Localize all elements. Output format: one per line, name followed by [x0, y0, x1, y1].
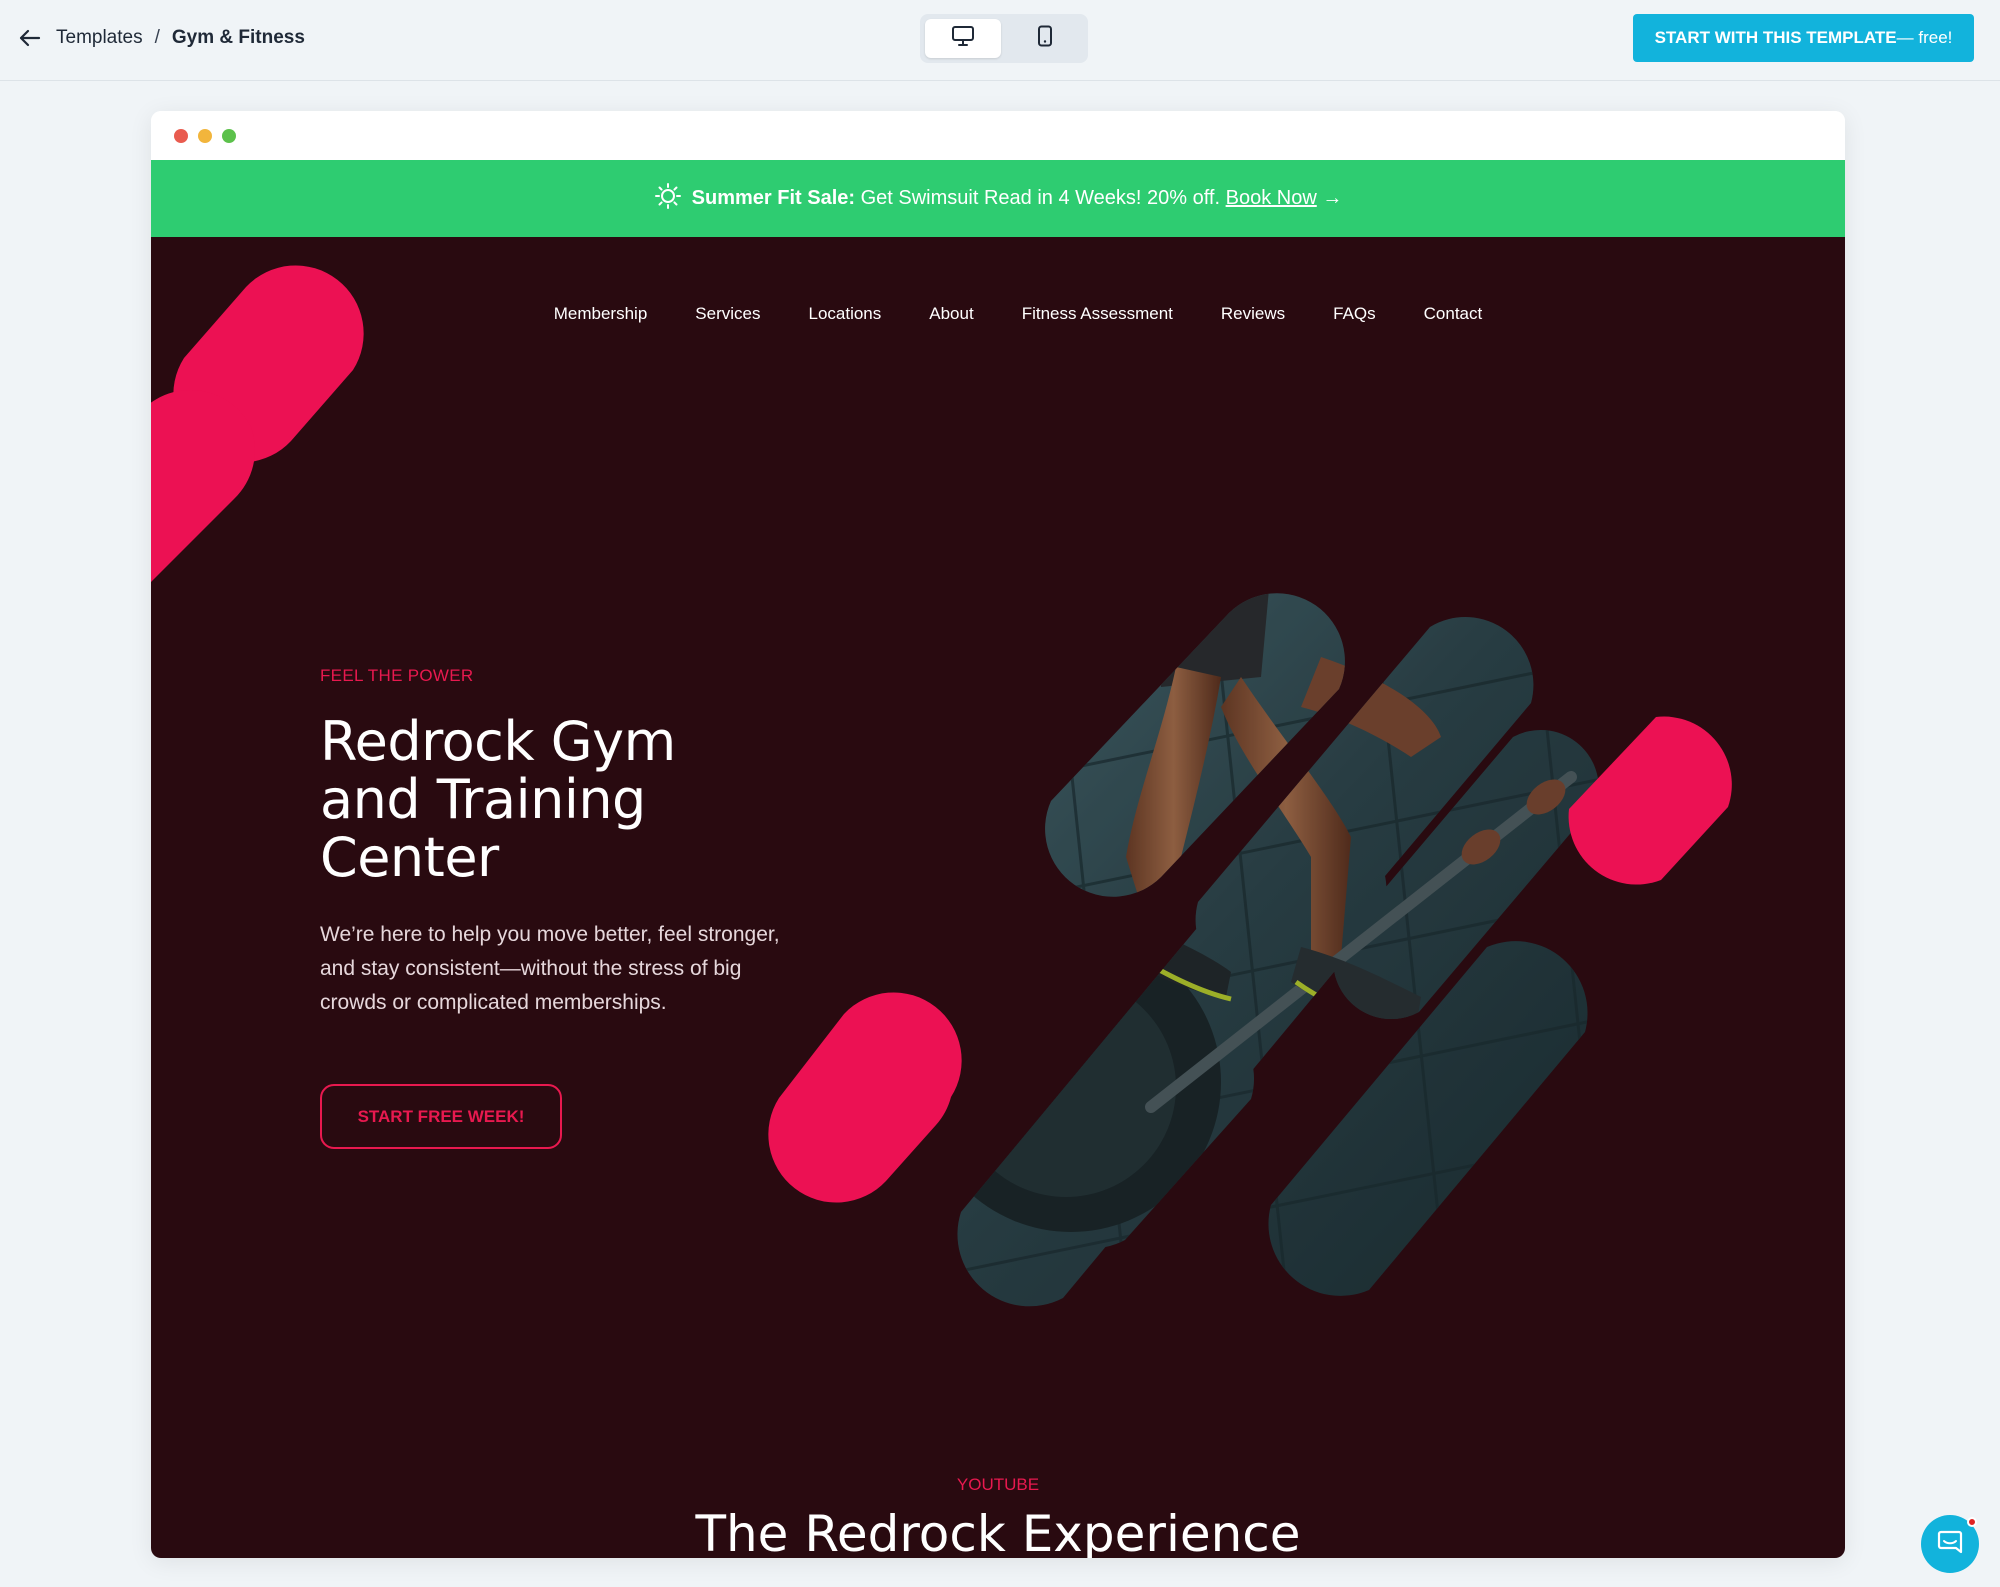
nav-item-fitness-assessment[interactable]: Fitness Assessment	[1022, 304, 1173, 324]
breadcrumb: Templates / Gym & Fitness	[16, 22, 305, 54]
hero-art	[151, 265, 1732, 1307]
promo-label: Summer Fit Sale:	[691, 187, 856, 209]
chat-notification-badge	[1967, 1517, 1977, 1527]
decor-pill-left	[151, 389, 255, 582]
promo-banner: Summer Fit Sale: Get Swimsuit Read in 4 …	[151, 160, 1845, 237]
promo-arrow-icon: →	[1322, 187, 1343, 209]
nav-item-about[interactable]: About	[929, 304, 973, 324]
nav-item-reviews[interactable]: Reviews	[1221, 304, 1285, 324]
breadcrumb-templates-link[interactable]: Templates	[56, 27, 143, 49]
window-dot-yellow	[198, 129, 212, 143]
nav-item-membership[interactable]: Membership	[554, 304, 648, 324]
preview-window: Summer Fit Sale: Get Swimsuit Read in 4 …	[151, 111, 1845, 1558]
chat-icon	[1936, 1528, 1964, 1561]
nav-item-locations[interactable]: Locations	[808, 304, 881, 324]
back-arrow-icon[interactable]	[16, 24, 44, 52]
decor-pill-right	[1568, 716, 1732, 885]
chat-launcher-button[interactable]	[1921, 1515, 1979, 1573]
mobile-icon	[1037, 25, 1053, 52]
decor-pill-mid-left	[768, 992, 962, 1203]
site-nav: Membership Services Locations About Fitn…	[151, 304, 1845, 324]
promo-book-now-link[interactable]: Book Now	[1226, 187, 1317, 209]
device-toggle	[920, 14, 1088, 63]
desktop-view-button[interactable]	[925, 19, 1001, 58]
youtube-eyebrow: YOUTUBE	[956, 1475, 1040, 1494]
breadcrumb-separator: /	[154, 27, 160, 48]
sun-icon	[654, 182, 682, 216]
athlete-photo-collage	[957, 593, 1599, 1307]
youtube-section-title: The Redrock Experience	[695, 1505, 1301, 1558]
mobile-view-button[interactable]	[1007, 19, 1083, 58]
hero-eyebrow: FEEL THE POWER	[320, 666, 474, 685]
window-dot-green	[222, 129, 236, 143]
nav-item-faqs[interactable]: FAQs	[1333, 304, 1376, 324]
start-template-button[interactable]: START WITH THIS TEMPLATE — free!	[1633, 14, 1974, 62]
hero-description: We’re here to help you move better, feel…	[320, 923, 780, 1014]
nav-item-services[interactable]: Services	[695, 304, 760, 324]
start-free-week-button[interactable]: START FREE WEEK!	[320, 1084, 562, 1149]
hero-title: Redrock Gym and Training Center	[320, 710, 676, 889]
nav-item-contact[interactable]: Contact	[1424, 304, 1483, 324]
start-template-free-label: — free!	[1896, 28, 1953, 47]
desktop-icon	[951, 25, 975, 52]
window-chrome	[151, 111, 1845, 160]
editor-topbar: Templates / Gym & Fitness START WITH THI…	[0, 0, 2000, 81]
promo-text: Get Swimsuit Read in 4 Weeks! 20% off.	[860, 187, 1221, 209]
breadcrumb-current: Gym & Fitness	[171, 27, 305, 48]
site-hero-section: Membership Services Locations About Fitn…	[151, 237, 1845, 1558]
window-dot-red	[174, 129, 188, 143]
start-template-label: START WITH THIS TEMPLATE	[1654, 28, 1897, 47]
